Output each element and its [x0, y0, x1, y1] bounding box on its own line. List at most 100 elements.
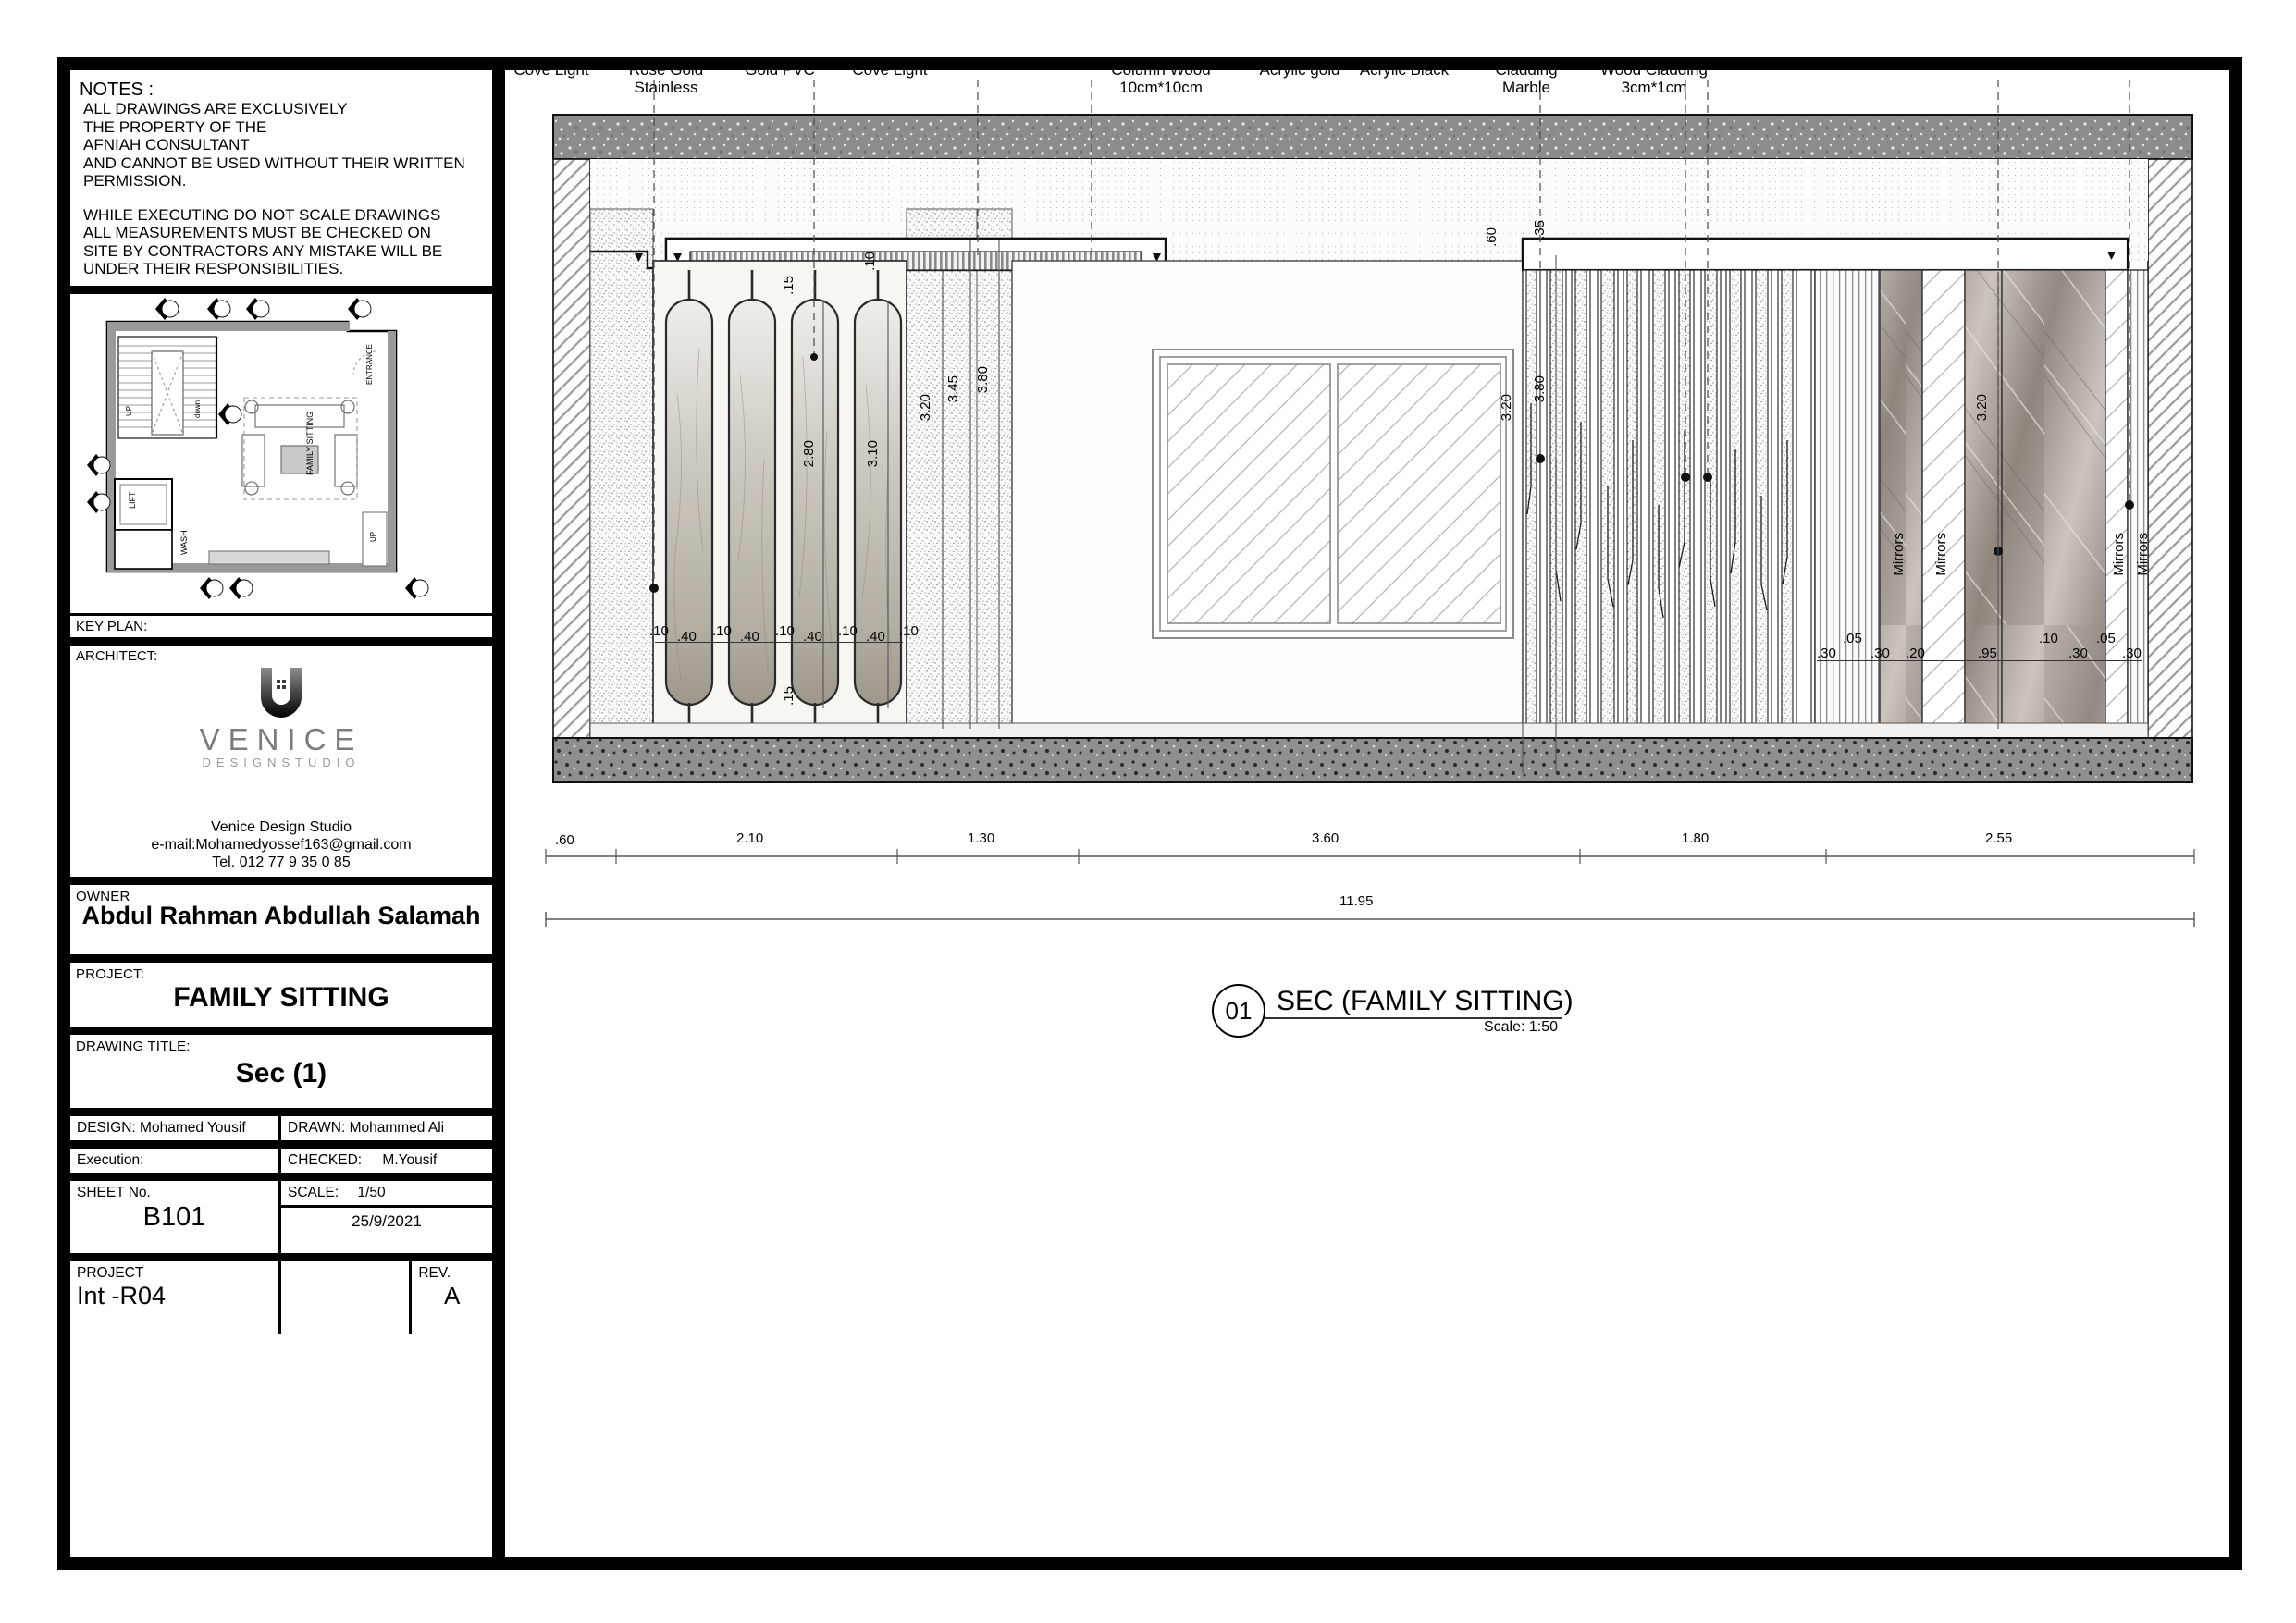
- panel-dim-3: .40: [740, 629, 759, 645]
- right-dim-6: .30: [2068, 646, 2088, 661]
- dim-3-80-mid: 3.80: [1532, 375, 1548, 403]
- dim-15-bottom: .15: [781, 686, 796, 706]
- rev-cell: REV. A: [412, 1261, 492, 1334]
- panel-dim-2: .10: [712, 623, 732, 639]
- keyplan-label-family-sitting: FAMILY SITTING: [305, 411, 315, 474]
- date-value: 25/9/2021: [352, 1211, 422, 1230]
- panel-dim-0: .10: [649, 623, 669, 639]
- scale-label: SCALE:: [288, 1184, 339, 1200]
- architect-block: ARCHITECT: VENICE DESIGNSTUDIO Venice De…: [70, 646, 492, 885]
- key-plan: FAMILY SITTING LIFT WASH ENTRANCE UP dow…: [70, 294, 492, 616]
- material-label-mirrors-4: Mirrors: [2135, 533, 2151, 576]
- sheet-label: SHEET No.: [77, 1184, 151, 1200]
- rev-value: A: [444, 1281, 461, 1309]
- project-no-rev-row: PROJECT Int -R04 REV. A: [70, 1260, 492, 1334]
- dim-3-10: 3.10: [865, 440, 881, 468]
- logo-subtitle: DESIGNSTUDIO: [202, 755, 361, 769]
- scale-value: 1/50: [357, 1184, 386, 1200]
- execution-label: Execution:: [77, 1151, 144, 1168]
- panel-dim-6: .10: [838, 623, 858, 639]
- project-value: FAMILY SITTING: [173, 981, 389, 1013]
- scale-row: SCALE: 1/50: [281, 1181, 492, 1208]
- dim-60: .60: [1484, 227, 1500, 247]
- project-no-label: PROJECT: [77, 1264, 144, 1281]
- keyplan-label-up: UP: [125, 405, 133, 415]
- project-no-cell: PROJECT Int -R04: [70, 1260, 281, 1334]
- annotation-line-2: 10cm*10cm: [1119, 79, 1203, 96]
- project-cell: PROJECT: FAMILY SITTING: [70, 963, 492, 1035]
- material-label-mirrors-3: Mirrors: [2111, 533, 2127, 576]
- right-dim-4: .95: [1978, 646, 1997, 661]
- project-no-value: Int -R04: [77, 1281, 167, 1309]
- hdim-1: 2.10: [736, 830, 764, 846]
- key-plan-drawing: FAMILY SITTING LIFT WASH ENTRANCE UP dow…: [87, 297, 429, 599]
- shield-logo-icon: [261, 667, 302, 718]
- dim-15-top: .15: [781, 276, 796, 295]
- keyplan-label-lift: LIFT: [128, 490, 137, 508]
- section-tag-scale: Scale: 1:50: [1483, 1018, 1558, 1035]
- right-dim-1: .05: [1843, 631, 1862, 646]
- dim-3-20-right: 3.20: [1974, 394, 1990, 422]
- bottom-dimension-chain: [545, 849, 2195, 927]
- drawing-title-label: DRAWING TITLE:: [76, 1038, 191, 1054]
- hdim-4: 1.80: [1682, 830, 1710, 846]
- key-plan-caption: KEY PLAN:: [70, 616, 492, 646]
- drawing-title-value: Sec (1): [235, 1057, 327, 1088]
- right-dim-3: .20: [1906, 646, 1925, 661]
- panel-dim-8: .10: [899, 623, 919, 639]
- section-tag: 01 SEC (FAMILY SITTING) Scale: 1:50: [1212, 984, 1583, 1038]
- studio-name: Venice Design Studio: [210, 818, 352, 835]
- right-dim-5: .10: [2039, 631, 2058, 646]
- checked-cell: CHECKED: M.Yousif: [281, 1149, 492, 1173]
- notes-paragraph-2: WHILE EXECUTING DO NOT SCALE DRAWINGS AL…: [83, 205, 443, 278]
- owner-value: Abdul Rahman Abdullah Salamah: [81, 901, 481, 929]
- design-cell: DESIGN: Mohamed Yousif: [70, 1115, 281, 1140]
- drawn-label: DRAWN:: [288, 1119, 346, 1136]
- sheet-cell: SHEET No. B101: [70, 1180, 281, 1253]
- logo-wordmark: VENICE: [199, 721, 364, 756]
- execution-cell: Execution:: [70, 1148, 281, 1173]
- notes-section: NOTES : ALL DRAWINGS ARE EXCLUSIVELY THE…: [70, 70, 492, 294]
- hdim-overall: 11.95: [1339, 893, 1374, 909]
- studio-tel: Tel. 012 77 9 35 0 85: [212, 854, 351, 870]
- owner-cell: OWNER Abdul Rahman Abdullah Salamah: [70, 885, 492, 963]
- execution-checked-row: Execution: CHECKED: M.Yousif: [70, 1148, 492, 1181]
- section-drawing: [552, 80, 2193, 783]
- blank-cell: [281, 1260, 413, 1334]
- panel-dim-7: .40: [866, 629, 885, 645]
- architect-contact: Venice Design Studio e-mail:Mohamedyosse…: [70, 818, 492, 871]
- annotation-line-2: Stainless: [634, 79, 698, 96]
- section-tag-title: SEC (FAMILY SITTING): [1277, 986, 1574, 1016]
- material-label-mirrors-2: Mirrors: [1933, 533, 1949, 576]
- notes-paragraph-1: ALL DRAWINGS ARE EXCLUSIVELY THE PROPERT…: [83, 100, 465, 190]
- right-dim-7: .05: [2096, 631, 2116, 646]
- dim-3-80-left: 3.80: [975, 366, 991, 394]
- dim-3-45: 3.45: [945, 375, 961, 403]
- dim-35: .35: [1532, 220, 1548, 240]
- annotation-line-2: 3cm*1cm: [1621, 79, 1687, 96]
- title-block: NOTES : ALL DRAWINGS ARE EXCLUSIVELY THE…: [70, 70, 505, 1557]
- annotation-line-1: Cove Light: [852, 61, 928, 79]
- sheet-value: B101: [142, 1201, 206, 1232]
- architect-label: ARCHITECT:: [76, 647, 158, 664]
- studio-email: e-mail:Mohamedyossef163@gmail.com: [151, 836, 412, 853]
- project-label: PROJECT:: [76, 965, 145, 982]
- design-value: Mohamed Yousif: [140, 1119, 246, 1136]
- hdim-2: 1.30: [968, 830, 995, 846]
- design-drawn-row: DESIGN: Mohamed Yousif DRAWN: Mohammed A…: [70, 1115, 492, 1149]
- section-tag-number: 01: [1212, 984, 1265, 1038]
- checked-label: CHECKED:: [288, 1151, 363, 1168]
- right-dim-8: .30: [2122, 646, 2142, 661]
- design-label: DESIGN:: [77, 1119, 136, 1136]
- panel-dim-1: .40: [677, 629, 697, 645]
- hdim-5: 2.55: [1985, 830, 2013, 846]
- dim-10-cove: .10: [862, 252, 878, 271]
- right-dim-2: .30: [1870, 646, 1890, 661]
- keyplan-label-up-2: UP: [369, 531, 377, 541]
- venice-logo: VENICE DESIGNSTUDIO: [70, 666, 492, 770]
- annotation-wood-cladding: Wood Cladding 3cm*1cm: [1552, 61, 1756, 96]
- dim-3-20-left: 3.20: [918, 394, 933, 422]
- drawn-cell: DRAWN: Mohammed Ali: [281, 1116, 492, 1140]
- annotation-cove-light-2: Cove Light: [797, 61, 982, 79]
- material-label-mirrors-1: Mirrors: [1891, 533, 1907, 576]
